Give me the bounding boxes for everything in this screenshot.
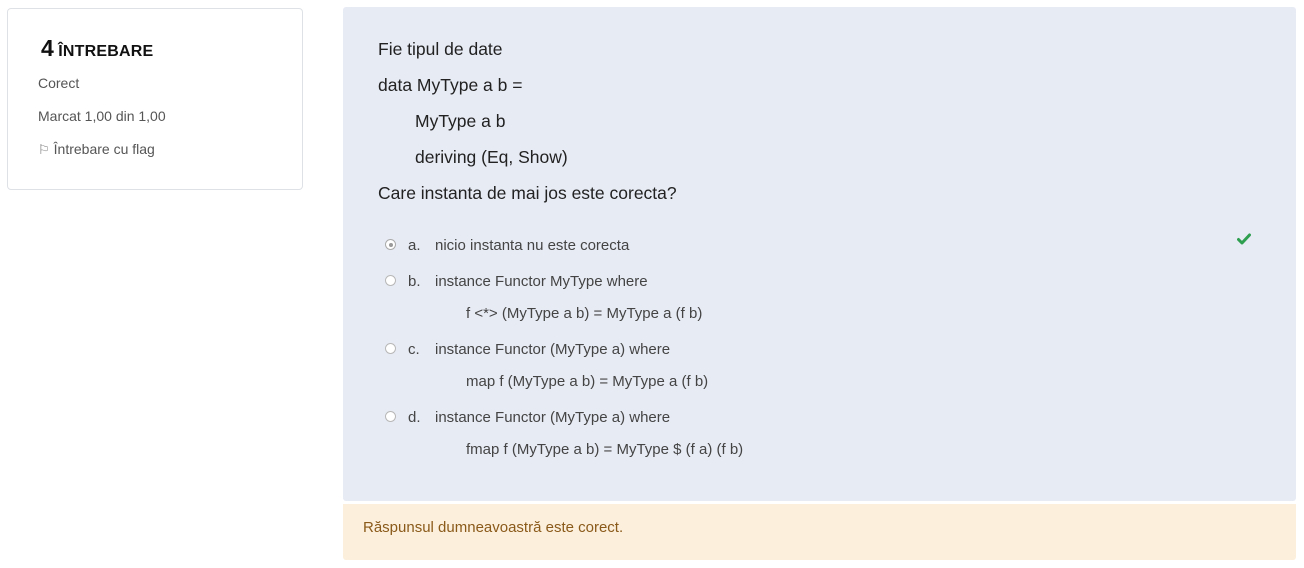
option-letter: b. <box>408 273 421 290</box>
question-text-line: MyType a b <box>415 111 506 131</box>
question-grade: Marcat 1,00 din 1,00 <box>38 108 166 124</box>
question-text-line: Care instanta de mai jos este corecta? <box>378 183 677 203</box>
correct-check-icon <box>1237 233 1251 245</box>
option-letter: c. <box>408 341 420 358</box>
answer-option-d[interactable]: d. instance Functor (MyType a) where <box>385 409 985 429</box>
radio-button[interactable] <box>385 411 396 422</box>
option-text: instance Functor (MyType a) where <box>435 409 671 426</box>
radio-button[interactable] <box>385 343 396 354</box>
question-info-panel: 4 ÎNTREBARE Corect Marcat 1,00 din 1,00 … <box>7 8 303 190</box>
option-code: fmap f (MyType a b) = MyType $ (f a) (f … <box>466 441 744 458</box>
question-text-line: deriving (Eq, Show) <box>415 147 568 167</box>
answer-option-c[interactable]: c. instance Functor (MyType a) where <box>385 341 985 361</box>
flag-icon: ⚐ <box>38 142 50 157</box>
answer-option-a[interactable]: a. nicio instanta nu este corecta <box>385 237 985 257</box>
question-label: ÎNTREBARE <box>58 43 154 60</box>
question-content: Fie tipul de date data MyType a b = MyTy… <box>343 7 1296 501</box>
radio-button[interactable] <box>385 239 396 250</box>
question-number: 4 ÎNTREBARE <box>41 35 153 62</box>
option-text: nicio instanta nu este corecta <box>435 237 630 254</box>
option-text: instance Functor (MyType a) where <box>435 341 671 358</box>
flag-label: Întrebare cu flag <box>53 141 155 157</box>
option-letter: d. <box>408 409 421 426</box>
radio-button[interactable] <box>385 275 396 286</box>
flag-question-link[interactable]: ⚐ Întrebare cu flag <box>38 141 155 158</box>
option-code: f <*> (MyType a b) = MyType a (f b) <box>466 305 703 322</box>
question-state: Corect <box>38 75 80 91</box>
option-code: map f (MyType a b) = MyType a (f b) <box>466 373 709 390</box>
question-text-line: data MyType a b = <box>378 75 523 95</box>
option-letter: a. <box>408 237 421 254</box>
feedback-text: Răspunsul dumneavoastră este corect. <box>363 519 624 536</box>
question-number-value: 4 <box>41 35 54 61</box>
question-text-line: Fie tipul de date <box>378 39 503 59</box>
option-text: instance Functor MyType where <box>435 273 648 290</box>
feedback-panel: Răspunsul dumneavoastră este corect. <box>343 504 1296 560</box>
answer-option-b[interactable]: b. instance Functor MyType where <box>385 273 985 293</box>
